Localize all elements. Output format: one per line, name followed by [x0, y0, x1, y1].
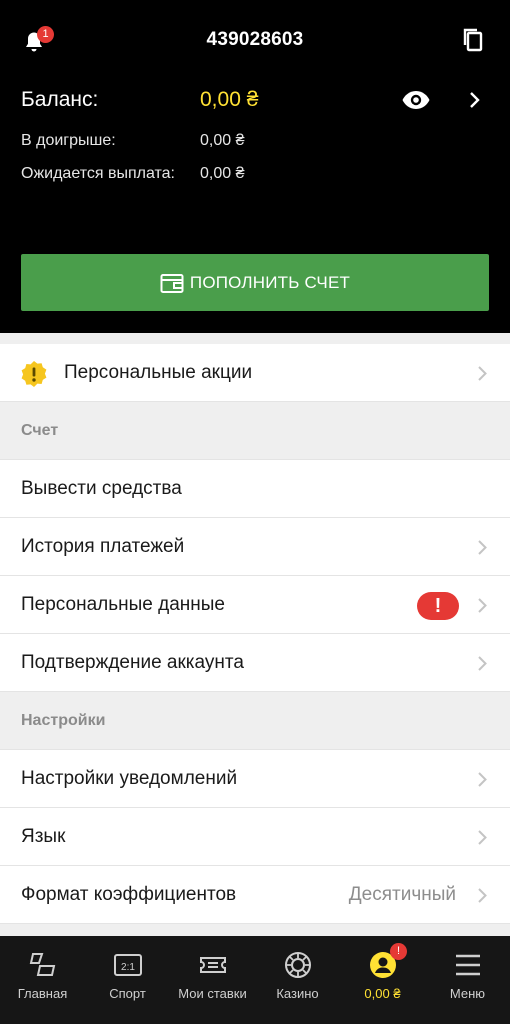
chevron-right-icon	[478, 772, 487, 787]
menu-item-label: Персональные данные	[21, 594, 225, 615]
nav-label: 0,00 ₴	[364, 986, 401, 1001]
menu-item-account-verification[interactable]: Подтверждение аккаунта	[0, 634, 510, 692]
menu-item-personal-data[interactable]: Персональные данные !	[0, 576, 510, 634]
section-title: Настройки	[21, 712, 106, 729]
nav-my-bets[interactable]: Мои ставки	[170, 936, 255, 1024]
deposit-button-label: ПОПОЛНИТЬ СЧЕТ	[189, 272, 351, 292]
top-bar: 1 439028603	[0, 0, 510, 80]
profile-alert-badge: !	[390, 943, 407, 960]
nav-profile[interactable]: ! 0,00 ₴	[340, 936, 425, 1024]
chevron-right-icon	[478, 888, 487, 903]
nav-label: Казино	[276, 986, 319, 1001]
home-icon	[29, 953, 56, 976]
menu-icon	[456, 954, 480, 976]
chevron-right-icon	[478, 540, 487, 555]
menu-item-label: Персональные акции	[64, 362, 253, 383]
menu-item-label: Язык	[21, 826, 66, 847]
pending-payout-value: 0,00 ₴	[200, 165, 245, 182]
nav-label: Мои ставки	[178, 986, 247, 1001]
menu-item-odds-format[interactable]: Формат коэффициентов Десятичный	[0, 866, 510, 924]
menu-item-personal-promotions[interactable]: Персональные акции	[0, 344, 510, 402]
svg-text:2:1: 2:1	[121, 962, 135, 973]
deposit-button[interactable]: ПОПОЛНИТЬ СЧЕТ	[21, 254, 489, 311]
menu-item-label: Подтверждение аккаунта	[21, 652, 244, 673]
in-play-label: В доигрыше:	[21, 132, 116, 149]
pending-payout-label: Ожидается выплата:	[21, 165, 175, 182]
menu-item-withdraw[interactable]: Вывести средства	[0, 460, 510, 518]
nav-label: Спорт	[109, 986, 146, 1001]
nav-label: Меню	[449, 986, 486, 1001]
copy-id-button[interactable]	[461, 27, 487, 53]
chevron-right-icon	[478, 656, 487, 671]
section-title: Счет	[21, 422, 59, 439]
chevron-right-icon	[478, 366, 487, 381]
copy-icon	[463, 28, 483, 52]
personal-data-alert-badge: !	[417, 592, 459, 620]
nav-menu[interactable]: Меню	[425, 936, 510, 1024]
ticket-icon	[200, 957, 226, 973]
menu-item-notification-settings[interactable]: Настройки уведомлений	[0, 750, 510, 808]
balance-details-button[interactable]	[468, 91, 482, 109]
nav-home[interactable]: Главная	[0, 936, 85, 1024]
menu-item-label: Настройки уведомлений	[21, 768, 238, 789]
chevron-right-icon	[470, 92, 480, 108]
bottom-navigation: Главная 2:1 Спорт Мои ставки Казино ! 0,…	[0, 936, 510, 1024]
wallet-icon	[160, 273, 184, 293]
menu-item-label: Формат коэффициентов	[21, 884, 237, 905]
promo-badge-icon	[21, 361, 47, 387]
nav-sport[interactable]: 2:1 Спорт	[85, 936, 170, 1024]
odds-format-value: Десятичный	[348, 884, 456, 905]
nav-label: Главная	[17, 986, 68, 1001]
casino-chip-icon	[285, 952, 311, 978]
menu-item-label: Вывести средства	[21, 478, 182, 499]
nav-casino[interactable]: Казино	[255, 936, 340, 1024]
balance-label: Баланс:	[21, 88, 99, 111]
chevron-right-icon	[478, 598, 487, 613]
in-play-value: 0,00 ₴	[200, 132, 245, 149]
scoreboard-icon: 2:1	[114, 954, 142, 976]
menu-item-language[interactable]: Язык	[0, 808, 510, 866]
balance-value: 0,00 ₴	[200, 88, 259, 111]
account-header: 1 439028603 Баланс: 0,00 ₴ В доигрыше: 0…	[0, 0, 510, 333]
eye-icon	[402, 91, 430, 109]
section-header-account: Счет	[0, 402, 510, 460]
toggle-balance-visibility[interactable]	[401, 89, 431, 111]
account-id: 439028603	[206, 29, 304, 50]
menu-item-payment-history[interactable]: История платежей	[0, 518, 510, 576]
chevron-right-icon	[478, 830, 487, 845]
account-menu-list: Персональные акции Счет Вывести средства…	[0, 344, 510, 924]
section-header-settings: Настройки	[0, 692, 510, 750]
menu-item-label: История платежей	[21, 536, 185, 557]
